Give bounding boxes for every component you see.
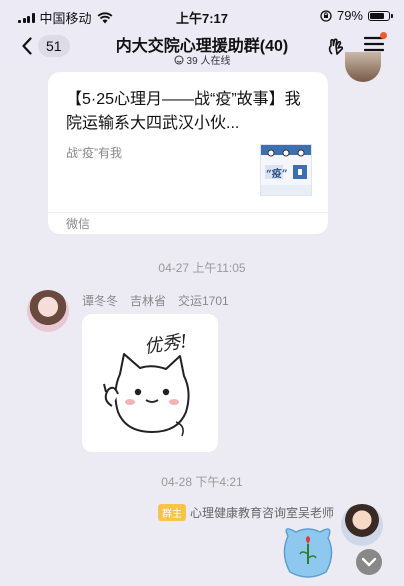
group-owner-badge: 群主: [157, 504, 186, 521]
scroll-to-bottom-button[interactable]: [356, 549, 382, 575]
article-title: 【5·25心理月——战“疫”故事】我院运输系大四武汉小伙...: [66, 91, 301, 132]
hand-gesture-icon[interactable]: [326, 37, 346, 57]
back-button[interactable]: 51: [22, 35, 70, 57]
notification-dot: [380, 32, 387, 39]
status-bar: 中国移动 上午7:17 79%: [0, 0, 404, 30]
chat-header: 51 内大交院心理援助群(40) 39 人在线: [0, 30, 404, 68]
sender-info: 谭冬冬 吉林省 交运1701: [82, 294, 229, 308]
orientation-lock-icon: [320, 9, 332, 22]
avatar-sender[interactable]: [27, 290, 69, 332]
card-divider: [48, 212, 328, 213]
sticker-message-partial[interactable]: [278, 524, 338, 581]
article-thumbnail: “疫”: [260, 144, 312, 196]
sender-info-owner: 群主 心理健康教育咨询室吴老师: [157, 504, 334, 521]
status-right: 79%: [320, 8, 393, 23]
smiley-icon: [174, 55, 184, 64]
sticker-message[interactable]: 优秀!: [82, 314, 218, 452]
chevron-down-icon: [361, 557, 377, 567]
article-description: 战“疫”有我: [66, 146, 122, 160]
blue-creature-sticker: [283, 528, 333, 578]
avatar-self-top[interactable]: [345, 52, 381, 82]
battery-percent: 79%: [336, 8, 363, 23]
timestamp: 04-28 下午4:21: [161, 475, 243, 489]
battery-icon: [368, 10, 393, 21]
online-count: 39 人在线: [186, 56, 231, 67]
shared-article-card[interactable]: 【5·25心理月——战“疫”故事】我院运输系大四武汉小伙... 战“疫”有我 “…: [48, 72, 328, 234]
article-source: 微信: [66, 217, 91, 231]
timestamp: 04-27 上午11:05: [158, 261, 246, 275]
unread-count-badge: 51: [38, 35, 70, 57]
chevron-left-icon: [22, 37, 32, 55]
online-status: 39 人在线: [90, 52, 314, 67]
avatar-owner[interactable]: [341, 504, 383, 546]
sender-name: 心理健康教育咨询室吴老师: [189, 506, 334, 520]
thumbnail-text: “疫”: [266, 169, 288, 180]
